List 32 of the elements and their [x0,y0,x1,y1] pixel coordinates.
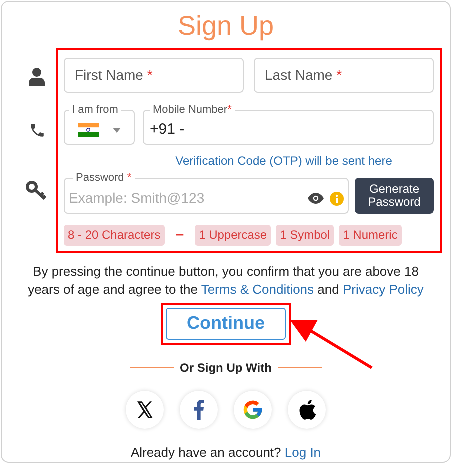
social-login-button[interactable] [126,390,164,428]
name-field[interactable]: Last Name * [254,58,434,93]
terms-link[interactable]: Terms & Conditions [201,282,314,296]
generate-password-button[interactable]: Generate Password [355,178,434,214]
phone-icon [28,122,46,139]
requirement-tag: 1 Numeric [339,224,402,246]
login-link[interactable]: Log In [284,444,322,460]
requirement-tag: 1 Uppercase [195,224,272,246]
mobile-field[interactable]: Mobile Number* +91 - [143,103,434,145]
divider-label: Or Sign Up With [180,360,272,376]
social-login-button[interactable] [288,390,326,428]
country-select[interactable]: I am from [64,103,135,145]
user-icon [29,68,45,86]
social-login-button[interactable] [180,390,218,428]
name-field[interactable]: First Name * [64,58,244,93]
apple-logo-icon [297,398,317,420]
facebook-logo-icon [193,400,205,420]
google-logo-icon [242,398,264,420]
requirement-tag: 8 - 20 Characters [64,224,165,246]
otp-note: Verification Code (OTP) will be sent here [174,153,394,169]
consent-text: By pressing the continue button, you confirm that you are above 18 years of age and agree to the Terms & Conditions and Privacy Policy [27,262,425,298]
india-flag-icon [78,123,99,137]
key-icon [26,181,48,201]
requirement-tag: 1 Symbol [276,224,334,246]
password-field[interactable]: Password * Example: Smith@123 [64,171,349,214]
caret-icon [113,128,121,132]
page-title: Sign Up [178,10,274,42]
x-logo-icon [135,400,155,420]
privacy-link[interactable]: Privacy Policy [343,282,424,296]
eye-icon[interactable] [308,193,324,204]
separator-dash: – [174,225,186,245]
login-prompt: Already have an account? Log In [130,444,322,462]
